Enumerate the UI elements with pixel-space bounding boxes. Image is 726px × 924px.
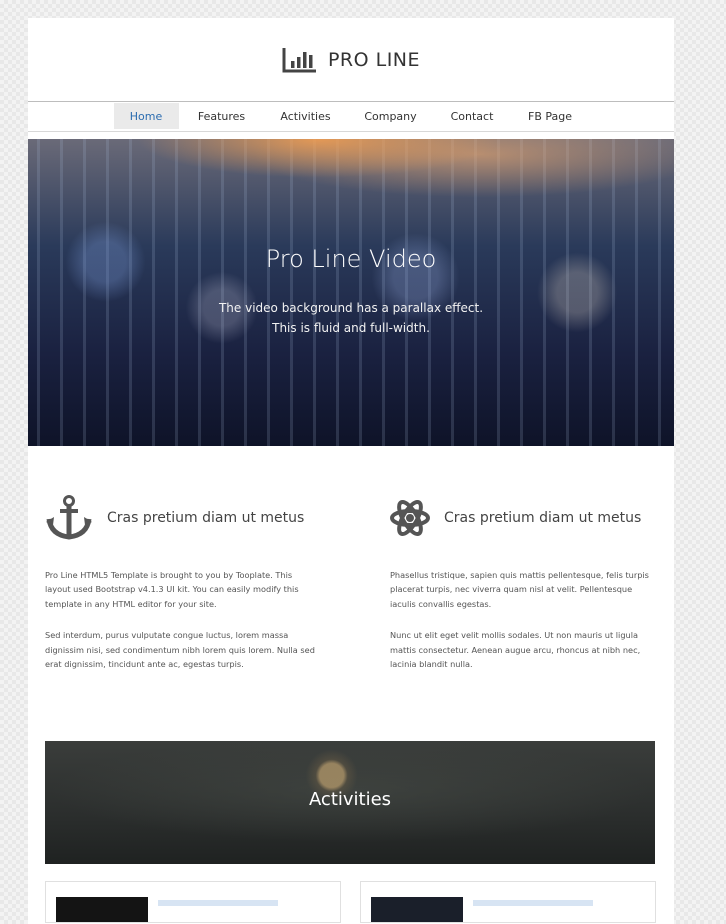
activities-title: Activities	[308, 789, 392, 810]
page-container: PRO LINE Home Features Activities Compan…	[28, 18, 674, 924]
activities-banner: Activities	[45, 741, 655, 864]
feature-paragraph-1: Phasellus tristique, sapien quis mattis …	[390, 570, 649, 609]
feature-card-2: Cras pretium diam ut metus Phasellus tri…	[390, 495, 660, 671]
nav-item-home[interactable]: Home	[113, 103, 179, 129]
hero-subtitle-line-1: The video background has a parallax effe…	[218, 301, 484, 315]
nav-item-company[interactable]: Company	[347, 103, 435, 129]
hero-subtitle-line-2: This is fluid and full-width.	[272, 321, 430, 335]
feature-title: Cras pretium diam ut metus	[107, 510, 305, 526]
activity-thumbnail[interactable]	[56, 897, 148, 922]
activity-thumbnail[interactable]	[371, 897, 463, 922]
feature-card-1: Cras pretium diam ut metus Pro Line HTML…	[45, 495, 315, 671]
bar-chart-icon	[282, 48, 316, 73]
nav-item-contact[interactable]: Contact	[435, 103, 510, 129]
nav-item-activities[interactable]: Activities	[265, 103, 347, 129]
nav-item-features[interactable]: Features	[179, 103, 265, 129]
main-nav: Home Features Activities Company Contact…	[28, 101, 674, 132]
atom-icon	[390, 500, 430, 536]
nav-item-fb-page[interactable]: FB Page	[510, 103, 591, 129]
hero-background	[28, 139, 674, 446]
activity-title-link[interactable]	[473, 900, 593, 906]
feature-header: Cras pretium diam ut metus	[45, 495, 315, 541]
anchor-icon	[46, 495, 92, 540]
activity-card-2[interactable]	[360, 881, 656, 923]
feature-header: Cras pretium diam ut metus	[390, 495, 660, 541]
feature-paragraph-1: Pro Line HTML5 Template is brought to yo…	[45, 570, 299, 609]
feature-paragraph-2: Nunc ut elit eget velit mollis sodales. …	[390, 630, 641, 670]
feature-paragraph-2: Sed interdum, purus vulputate congue luc…	[45, 630, 315, 670]
activity-card-1[interactable]	[45, 881, 341, 923]
hero-title: Pro Line Video	[265, 245, 437, 273]
hero-video-section: Pro Line Video The video background has …	[28, 139, 674, 446]
feature-title: Cras pretium diam ut metus	[444, 510, 642, 526]
site-logo[interactable]: PRO LINE	[28, 44, 674, 76]
site-title: PRO LINE	[327, 49, 421, 71]
activity-title-link[interactable]	[158, 900, 278, 906]
